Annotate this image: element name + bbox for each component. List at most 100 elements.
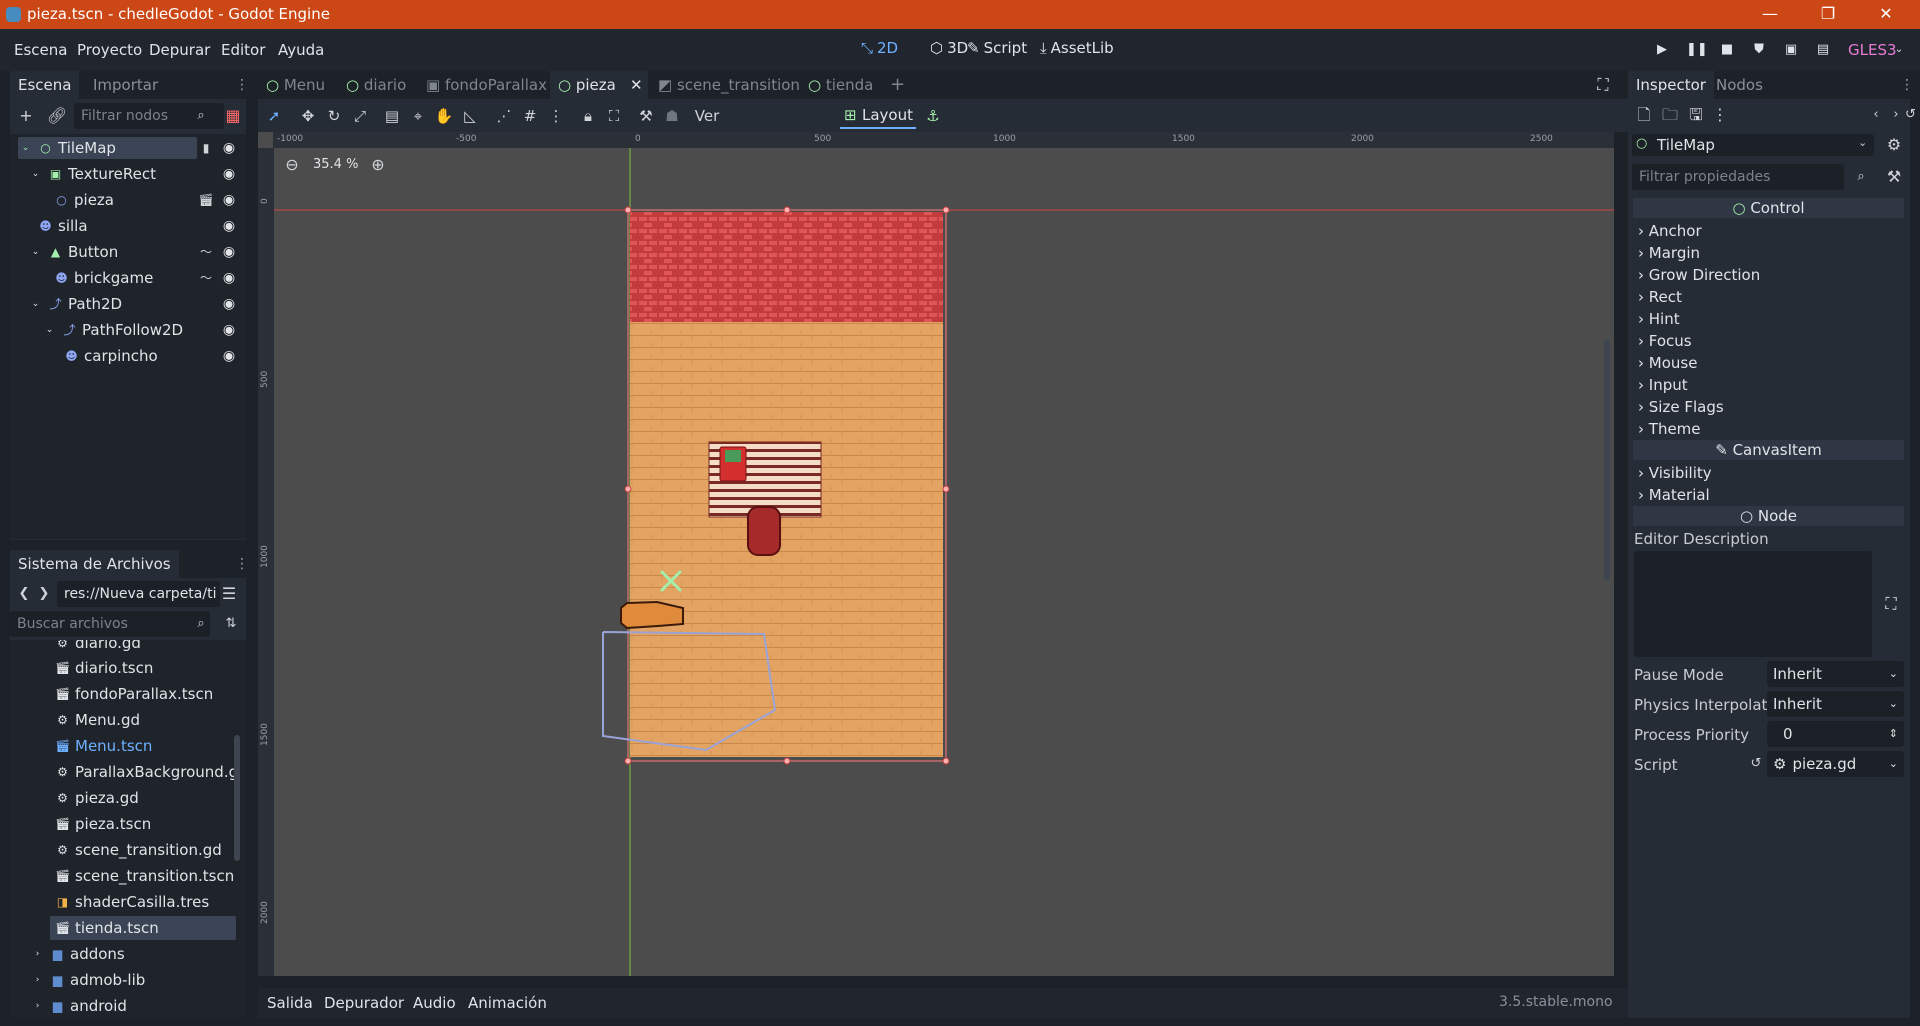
file-item[interactable]: 🎬︎ scene_transition.tscn xyxy=(55,865,234,887)
file-item[interactable]: ⚙ pieza.gd xyxy=(55,787,139,809)
script-attached-icon[interactable]: ▮ xyxy=(195,137,217,159)
path-field[interactable]: res://Nueva carpeta/ti xyxy=(57,581,220,607)
open-scene-icon[interactable]: 🎬︎ xyxy=(195,189,217,211)
visibility-eye-icon[interactable]: ◉ xyxy=(221,322,237,338)
mainscreen-3d-button[interactable]: ⬡ 3D xyxy=(930,39,968,57)
tree-item-button[interactable]: ⌄ ▲ Button xyxy=(28,241,119,263)
chevron-left-icon[interactable]: ‹ xyxy=(1865,104,1887,126)
file-item[interactable]: ⚙ diario.gd xyxy=(55,640,141,654)
signal-icon[interactable]: 〜 xyxy=(195,267,217,289)
tab-importar[interactable]: Importar xyxy=(85,71,166,99)
list-select-icon[interactable]: ▤ xyxy=(381,105,403,127)
history-icon[interactable]: ↺ xyxy=(1905,104,1916,126)
spinner-icon[interactable]: ⇕ xyxy=(1889,721,1898,747)
tab-inspector[interactable]: Inspector xyxy=(1628,71,1714,99)
tab-sistema-de-archivos[interactable]: Sistema de Archivos xyxy=(10,550,179,578)
menu-depurar[interactable]: Depurar xyxy=(149,41,210,59)
file-item[interactable]: 🎬︎ fondoParallax.tscn xyxy=(55,683,213,705)
tab-salida[interactable]: Salida xyxy=(267,994,313,1012)
tree-item-pieza[interactable]: ○ pieza xyxy=(54,189,114,211)
more-options-icon[interactable]: ⋮ xyxy=(1709,104,1731,126)
file-item[interactable]: 🎬︎ diario.tscn xyxy=(55,657,153,679)
move-mode-icon[interactable]: ✥ xyxy=(297,105,319,127)
signal-icon[interactable]: 〜 xyxy=(195,241,217,263)
list-view-icon[interactable]: ☰ xyxy=(218,583,240,605)
ruler-mode-icon[interactable]: ◺ xyxy=(459,105,481,127)
viewport-scrollbar[interactable] xyxy=(1604,340,1610,580)
script-resource-picker[interactable]: ⚙ pieza.gd ⌄ xyxy=(1767,751,1904,777)
tab-scene-transition[interactable]: ◩ scene_transition xyxy=(650,71,800,99)
camera-override-icon[interactable]: ☗ xyxy=(661,105,683,127)
sort-icon[interactable]: ⇅ xyxy=(220,613,242,635)
menu-proyecto[interactable]: Proyecto xyxy=(77,41,142,59)
select-mode-icon[interactable]: ➚ xyxy=(263,105,285,127)
tab-menu[interactable]: ○ Menu xyxy=(258,71,336,99)
mainscreen-2d-button[interactable]: ⤡ 2D xyxy=(861,39,898,57)
tab-tienda[interactable]: ○ tienda xyxy=(800,71,878,99)
remote-debug-icon[interactable]: ⛊ xyxy=(1750,41,1768,59)
dock-menu-icon[interactable]: ⋮ xyxy=(235,555,249,573)
chevron-left-icon[interactable]: ❮ xyxy=(13,583,35,605)
close-tab-icon[interactable]: ✕ xyxy=(630,71,643,99)
tree-item-texturerect[interactable]: ⌄ ▣ TextureRect xyxy=(28,163,156,185)
process-priority-spinbox[interactable]: 0 ⇕ xyxy=(1767,721,1904,747)
tab-escena[interactable]: Escena xyxy=(10,71,80,99)
visibility-eye-icon[interactable]: ◉ xyxy=(221,218,237,234)
remote-tree-icon[interactable]: ▦ xyxy=(222,105,244,127)
file-item[interactable]: ⚙ scene_transition.gd xyxy=(55,839,222,861)
tree-item-carpincho[interactable]: ☻ carpincho xyxy=(64,345,158,367)
editor-description-textarea[interactable] xyxy=(1634,551,1872,657)
prop-material[interactable]: › Material xyxy=(1638,486,1710,504)
prop-input[interactable]: › Input xyxy=(1638,376,1688,394)
distraction-free-icon[interactable]: ⛶ xyxy=(1592,74,1614,96)
property-filter-input[interactable]: Filtrar propiedades xyxy=(1632,164,1844,190)
dock-menu-icon[interactable]: ⋮ xyxy=(1900,76,1914,94)
grid-snap-icon[interactable]: # xyxy=(519,105,541,127)
pause-mode-select[interactable]: Inherit ⌄ xyxy=(1767,661,1904,687)
tab-depurador[interactable]: Depurador xyxy=(324,994,404,1012)
prop-rect[interactable]: › Rect xyxy=(1638,288,1682,306)
prop-anchor[interactable]: › Anchor xyxy=(1638,222,1702,240)
tab-pieza[interactable]: ○ pieza ✕ xyxy=(550,71,648,99)
node-selector[interactable]: ○ TileMap ⌄ xyxy=(1632,134,1874,156)
folder-item[interactable]: › ▆ admob-lib xyxy=(30,969,146,991)
visibility-eye-icon[interactable]: ◉ xyxy=(221,166,237,182)
menu-ayuda[interactable]: Ayuda xyxy=(278,41,324,59)
folder-item[interactable]: › ▆ addons xyxy=(30,943,125,965)
new-resource-icon[interactable]: 🗋 xyxy=(1633,104,1655,126)
file-search-input[interactable]: Buscar archivos xyxy=(10,611,210,637)
dock-menu-icon[interactable]: ⋮ xyxy=(235,76,249,94)
play-scene-icon[interactable]: ▣ xyxy=(1782,41,1800,59)
menu-escena[interactable]: Escena xyxy=(14,41,67,59)
view-menu[interactable]: Ver xyxy=(692,105,722,127)
mainscreen-script-button[interactable]: ✎ Script xyxy=(967,39,1027,57)
tab-fondoparallax[interactable]: ▣ fondoParallax xyxy=(418,71,548,99)
prop-focus[interactable]: › Focus xyxy=(1638,332,1692,350)
group-icon[interactable]: ⛶ xyxy=(603,105,625,127)
lock-icon[interactable]: 🔒︎ xyxy=(577,105,599,127)
zoom-out-icon[interactable]: ⊖ xyxy=(281,154,303,176)
file-item-selected[interactable]: 🎬︎ tienda.tscn xyxy=(55,917,159,939)
visibility-eye-icon[interactable]: ◉ xyxy=(221,192,237,208)
zoom-level[interactable]: 35.4 % xyxy=(313,157,358,172)
chevron-right-icon[interactable]: › xyxy=(1885,104,1907,126)
filter-settings-icon[interactable]: ⚒ xyxy=(1883,166,1905,188)
file-scrollbar[interactable] xyxy=(234,735,240,861)
rotate-mode-icon[interactable]: ↻ xyxy=(323,105,345,127)
snap-options-icon[interactable]: ⋮ xyxy=(545,105,567,127)
visibility-eye-icon[interactable]: ◉ xyxy=(221,244,237,260)
physics-interpolation-select[interactable]: Inherit ⌄ xyxy=(1767,691,1904,717)
object-properties-icon[interactable]: ⚙ xyxy=(1883,134,1905,156)
pivot-mode-icon[interactable]: ⌖ xyxy=(407,105,429,127)
prop-grow-direction[interactable]: › Grow Direction xyxy=(1638,266,1760,284)
mainscreen-assetlib-button[interactable]: ⤓ AssetLib xyxy=(1040,39,1114,57)
tree-item-pathfollow2d[interactable]: ⌄ ⤴ PathFollow2D xyxy=(42,319,183,341)
restore-button[interactable]: ❐ xyxy=(1808,3,1848,25)
chevron-right-icon[interactable]: ❯ xyxy=(33,583,55,605)
prop-mouse[interactable]: › Mouse xyxy=(1638,354,1697,372)
close-window-button[interactable]: ✕ xyxy=(1866,3,1906,25)
new-tab-button[interactable]: + xyxy=(882,71,912,99)
file-item[interactable]: 🎬︎ pieza.tscn xyxy=(55,813,151,835)
layout-menu[interactable]: ⊞ Layout xyxy=(840,104,916,129)
prop-margin[interactable]: › Margin xyxy=(1638,244,1700,262)
